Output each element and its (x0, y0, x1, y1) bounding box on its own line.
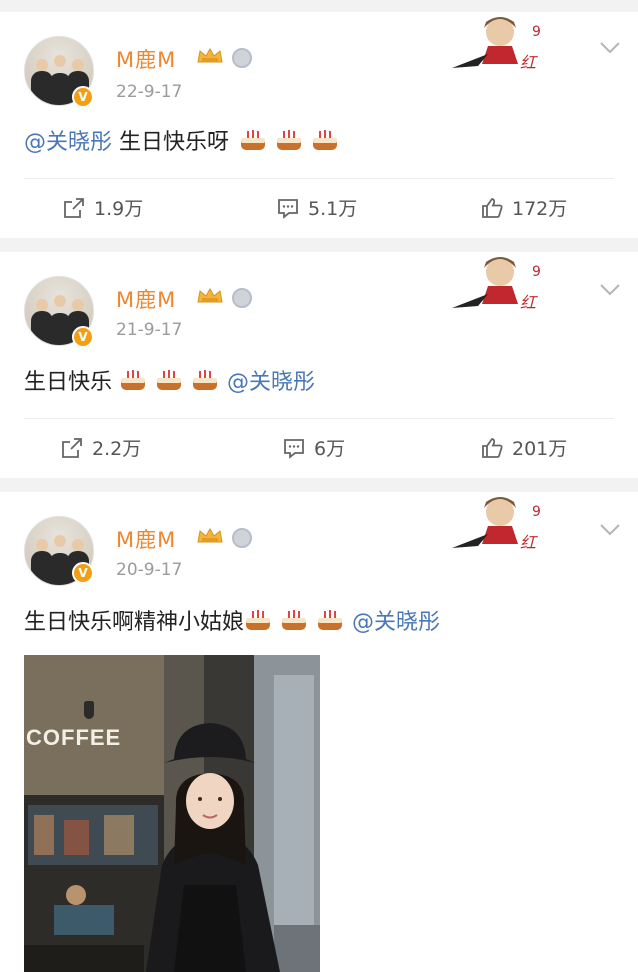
repost-button[interactable]: 2.2万 (60, 434, 141, 461)
mention-link[interactable]: @关晓彤 (227, 370, 315, 395)
cake-emoji-icon (318, 610, 343, 630)
username[interactable]: M鹿M (116, 524, 176, 554)
post-text: 生日快乐 @关晓彤 (24, 370, 316, 395)
repost-count: 2.2万 (92, 438, 142, 460)
svg-text:红: 红 (520, 293, 538, 312)
repost-icon (64, 197, 84, 218)
post-date: 20-9-17 (116, 560, 183, 580)
crown-icon (197, 287, 223, 303)
coffee-sign: COFFEE (26, 725, 122, 750)
like-button[interactable]: 172万 (480, 194, 567, 221)
svg-text:9: 9 (532, 24, 541, 40)
comment-button[interactable]: 5.1万 (276, 194, 357, 221)
comment-button[interactable]: 6万 (282, 434, 345, 461)
medal-icon (232, 528, 252, 548)
post-card: V M鹿M 22-9-17 红 9 @关晓彤 生日快乐呀 1.9万 5.1万 1… (0, 12, 638, 238)
post-date: 22-9-17 (116, 82, 183, 102)
comment-count: 5.1万 (308, 198, 358, 220)
verified-badge-icon: V (72, 86, 94, 108)
decoration-card-icon: 红 9 (452, 17, 541, 72)
cake-emoji-icon (282, 610, 307, 630)
cake-emoji-icon (193, 370, 217, 390)
medal-icon (232, 288, 252, 308)
comment-icon (278, 198, 298, 219)
username[interactable]: M鹿M (116, 44, 176, 74)
mention-link[interactable]: @关晓彤 (352, 610, 440, 635)
photo-scene (24, 655, 320, 972)
post-text: @关晓彤 生日快乐呀 (24, 124, 347, 156)
divider (24, 418, 614, 419)
chevron-down-icon[interactable] (600, 284, 620, 296)
like-icon (482, 437, 503, 458)
decoration-card-icon: 红 9 (452, 257, 541, 312)
verified-badge-icon: V (72, 562, 94, 584)
like-icon (482, 197, 503, 218)
medal-icon (232, 48, 252, 68)
chevron-down-icon[interactable] (600, 524, 620, 536)
repost-button[interactable]: 1.9万 (62, 194, 143, 221)
post-text: 生日快乐啊精神小姑娘 @关晓彤 (24, 610, 441, 635)
svg-text:9: 9 (532, 264, 541, 280)
comment-icon (284, 438, 304, 459)
lamp (84, 701, 94, 719)
mention-link[interactable]: @关晓彤 (24, 130, 112, 155)
svg-text:红: 红 (520, 533, 538, 552)
cake-emoji-icon (157, 370, 181, 390)
chevron-down-icon[interactable] (600, 42, 620, 54)
cake-emoji-icon (277, 130, 302, 150)
like-button[interactable]: 201万 (480, 434, 567, 461)
svg-text:红: 红 (520, 53, 538, 72)
cake-emoji-icon (313, 130, 338, 150)
post-date: 21-9-17 (116, 320, 183, 340)
post-card: V M鹿M 21-9-17 红 9 生日快乐 @关晓彤 2.2万 6万 201万 (0, 252, 638, 478)
cake-emoji-icon (241, 130, 266, 150)
decoration-card-icon: 红 9 (452, 497, 541, 552)
post-photo[interactable]: COFFEE (24, 655, 320, 972)
repost-count: 1.9万 (94, 198, 144, 220)
like-count: 201万 (512, 438, 568, 460)
verified-badge-icon: V (72, 326, 94, 348)
comment-count: 6万 (314, 438, 346, 460)
svg-text:9: 9 (532, 504, 541, 520)
divider (24, 178, 614, 179)
crown-icon (197, 47, 223, 63)
cake-emoji-icon (121, 370, 145, 390)
crown-icon (197, 527, 223, 543)
username[interactable]: M鹿M (116, 284, 176, 314)
cake-emoji-icon (246, 610, 271, 630)
repost-icon (62, 437, 82, 458)
like-count: 172万 (512, 198, 568, 220)
